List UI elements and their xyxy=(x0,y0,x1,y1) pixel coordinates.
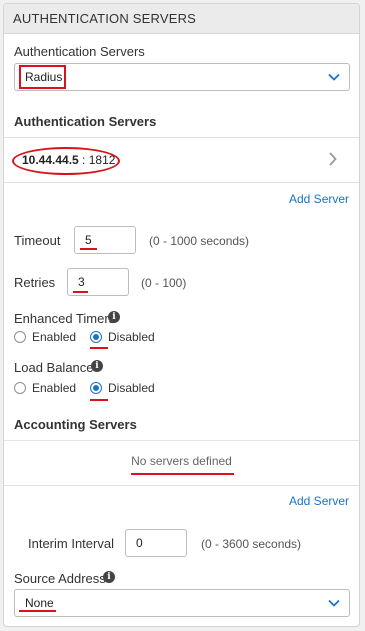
enhanced-timers-label: Enhanced Timers xyxy=(14,311,116,326)
chevron-down-icon xyxy=(328,597,340,609)
radio-selected-icon xyxy=(90,331,102,343)
chevron-down-icon xyxy=(328,71,340,83)
panel-header: AUTHENTICATION SERVERS xyxy=(4,4,359,34)
divider xyxy=(4,440,359,441)
annotation-underline xyxy=(90,347,108,349)
annotation-underline xyxy=(73,291,88,293)
annotation-underline xyxy=(19,610,56,612)
info-icon[interactable]: i xyxy=(91,360,103,372)
auth-type-label: Authentication Servers xyxy=(14,44,145,59)
panel-title: AUTHENTICATION SERVERS xyxy=(13,11,197,26)
timeout-label: Timeout xyxy=(14,233,61,248)
retries-label: Retries xyxy=(14,275,56,290)
auth-servers-panel: AUTHENTICATION SERVERS Authentication Se… xyxy=(3,3,360,627)
retries-hint: (0 - 100) xyxy=(141,276,187,290)
load-balance-label: Load Balance xyxy=(14,360,94,375)
radio-icon xyxy=(14,331,26,343)
interim-interval-hint: (0 - 3600 seconds) xyxy=(201,537,302,551)
load-balance-enabled-radio[interactable]: Enabled xyxy=(14,380,77,396)
enhanced-timers-disabled-radio[interactable]: Disabled xyxy=(90,329,160,345)
divider xyxy=(4,485,359,486)
annotation-underline xyxy=(131,473,234,475)
source-address-value: None xyxy=(25,596,54,610)
source-address-select[interactable]: None xyxy=(14,589,350,617)
radio-selected-icon xyxy=(90,382,102,394)
annotation-underline xyxy=(80,248,97,250)
enhanced-timers-enabled-radio[interactable]: Enabled xyxy=(14,329,77,345)
interim-interval-input[interactable]: 0 xyxy=(125,529,187,557)
source-address-label: Source Address xyxy=(14,571,106,586)
no-servers-text: No servers defined xyxy=(131,454,232,468)
accounting-servers-title: Accounting Servers xyxy=(14,417,137,432)
load-balance-disabled-radio[interactable]: Disabled xyxy=(90,380,160,396)
annotation-ellipse xyxy=(12,147,120,175)
divider xyxy=(4,182,359,183)
radio-label: Enabled xyxy=(32,381,77,395)
radio-label: Disabled xyxy=(108,330,155,344)
chevron-right-icon xyxy=(328,152,337,171)
radio-label: Enabled xyxy=(32,330,77,344)
auth-servers-title: Authentication Servers xyxy=(14,114,157,129)
radio-icon xyxy=(14,382,26,394)
add-accounting-server-link[interactable]: Add Server xyxy=(289,494,349,508)
info-icon[interactable]: i xyxy=(103,571,115,583)
add-auth-server-link[interactable]: Add Server xyxy=(289,192,349,206)
annotation-underline xyxy=(90,399,108,401)
info-icon[interactable]: i xyxy=(108,311,120,323)
annotation-box xyxy=(19,65,66,89)
interim-interval-label: Interim Interval xyxy=(28,536,114,551)
radio-label: Disabled xyxy=(108,381,155,395)
timeout-hint: (0 - 1000 seconds) xyxy=(149,234,250,248)
